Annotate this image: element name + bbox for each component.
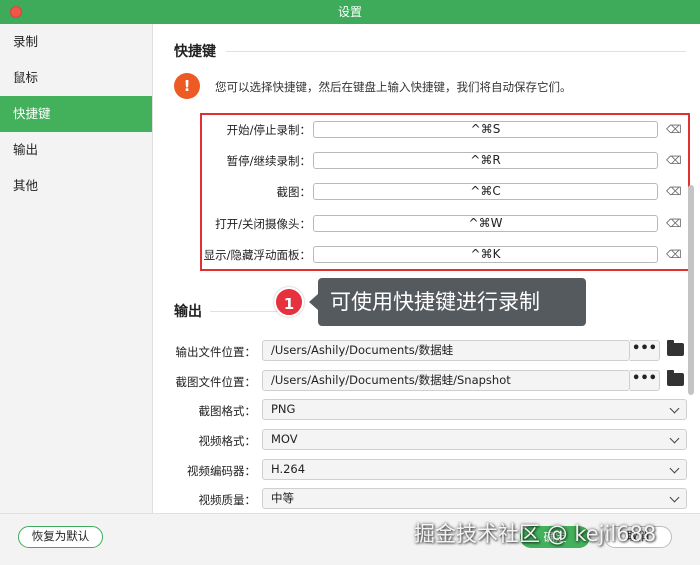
shortcut-row-pause-resume: 暂停/继续录制： ^⌘R ⌫ xyxy=(202,152,688,170)
chevron-down-icon xyxy=(669,492,680,503)
select-value: PNG xyxy=(271,402,296,416)
shortcut-label: 截图： xyxy=(276,185,312,199)
browse-output-button[interactable]: ••• xyxy=(630,340,660,361)
shortcut-row-floating-panel: 显示/隐藏浮动面板： ^⌘K ⌫ xyxy=(202,246,688,264)
folder-icon[interactable] xyxy=(667,340,684,356)
screenshot-format-select[interactable]: PNG xyxy=(262,399,687,420)
sidebar-item-other[interactable]: 其他 xyxy=(0,168,152,204)
shortcut-label: 打开/关闭摄像头： xyxy=(215,217,311,231)
sidebar-item-recording[interactable]: 录制 xyxy=(0,24,152,60)
shortcuts-info-text: 您可以选择快捷键，然后在键盘上输入快捷键，我们将自动保存它们。 xyxy=(215,80,572,94)
video-quality-label: 视频质量： xyxy=(198,493,257,507)
sidebar: 录制 鼠标 快捷键 输出 其他 xyxy=(0,24,153,513)
sidebar-item-output[interactable]: 输出 xyxy=(0,132,152,168)
shortcut-input-floating-panel[interactable]: ^⌘K xyxy=(313,246,658,263)
warning-icon: ! xyxy=(174,73,200,99)
shortcut-label: 暂停/继续录制： xyxy=(226,154,311,168)
sidebar-item-shortcuts[interactable]: 快捷键 xyxy=(0,96,152,132)
shortcut-row-start-stop: 开始/停止录制： ^⌘S ⌫ xyxy=(202,121,688,139)
shortcut-row-screenshot: 截图： ^⌘C ⌫ xyxy=(202,183,688,201)
output-location-label: 输出文件位置： xyxy=(175,345,257,359)
video-format-select[interactable]: MOV xyxy=(262,429,687,450)
video-encoder-row: 视频编码器： H.264 xyxy=(154,459,700,481)
close-window-button[interactable] xyxy=(10,6,22,18)
clear-shortcut-icon[interactable]: ⌫ xyxy=(666,154,682,167)
video-format-row: 视频格式： MOV xyxy=(154,429,700,451)
chevron-down-icon xyxy=(669,463,680,474)
clear-shortcut-icon[interactable]: ⌫ xyxy=(666,185,682,198)
annotation-badge: 1 xyxy=(274,287,304,317)
clear-shortcut-icon[interactable]: ⌫ xyxy=(666,123,682,136)
chevron-down-icon xyxy=(669,433,680,444)
screenshot-format-row: 截图格式： PNG xyxy=(154,399,700,421)
output-location-row: 输出文件位置： /Users/Ashily/Documents/数据蛙 ••• xyxy=(154,340,700,362)
section-divider xyxy=(210,311,286,312)
window-title: 设置 xyxy=(337,5,362,19)
clear-shortcut-icon[interactable]: ⌫ xyxy=(666,248,682,261)
output-section-title: 输出 xyxy=(174,304,202,320)
select-value: MOV xyxy=(271,432,298,446)
select-value: H.264 xyxy=(271,462,306,476)
scrollbar[interactable] xyxy=(688,185,694,395)
video-quality-row: 视频质量： 中等 xyxy=(154,488,700,510)
browse-screenshot-button[interactable]: ••• xyxy=(630,370,660,391)
video-encoder-select[interactable]: H.264 xyxy=(262,459,687,480)
shortcut-input-start-stop[interactable]: ^⌘S xyxy=(313,121,658,138)
chevron-down-icon xyxy=(669,403,680,414)
sidebar-item-mouse[interactable]: 鼠标 xyxy=(0,60,152,96)
screenshot-location-field[interactable]: /Users/Ashily/Documents/数据蛙/Snapshot xyxy=(262,370,630,391)
shortcut-input-pause-resume[interactable]: ^⌘R xyxy=(313,152,658,169)
shortcuts-section-title: 快捷键 xyxy=(174,44,216,60)
shortcut-label: 开始/停止录制： xyxy=(226,123,311,137)
folder-icon[interactable] xyxy=(667,370,684,386)
section-divider xyxy=(226,51,686,52)
screenshot-format-label: 截图格式： xyxy=(198,404,257,418)
shortcut-input-screenshot[interactable]: ^⌘C xyxy=(313,183,658,200)
output-location-field[interactable]: /Users/Ashily/Documents/数据蛙 xyxy=(262,340,630,361)
shortcut-row-webcam: 打开/关闭摄像头： ^⌘W ⌫ xyxy=(202,215,688,233)
screenshot-location-label: 截图文件位置： xyxy=(175,375,257,389)
watermark: 掘金技术社区 @ kejil688 xyxy=(414,522,657,546)
select-value: 中等 xyxy=(271,491,294,505)
shortcut-label: 显示/隐藏浮动面板： xyxy=(203,248,311,262)
shortcuts-highlight-box: 开始/停止录制： ^⌘S ⌫ 暂停/继续录制： ^⌘R ⌫ 截图： ^⌘C ⌫ … xyxy=(200,113,690,271)
shortcut-input-webcam[interactable]: ^⌘W xyxy=(313,215,658,232)
annotation-callout: 可使用快捷键进行录制 xyxy=(309,278,586,326)
video-format-label: 视频格式： xyxy=(198,434,257,448)
video-encoder-label: 视频编码器： xyxy=(187,464,256,478)
screenshot-location-row: 截图文件位置： /Users/Ashily/Documents/数据蛙/Snap… xyxy=(154,370,700,392)
reset-defaults-button[interactable]: 恢复为默认 xyxy=(18,526,103,548)
title-bar: 设置 xyxy=(0,0,700,24)
clear-shortcut-icon[interactable]: ⌫ xyxy=(666,217,682,230)
video-quality-select[interactable]: 中等 xyxy=(262,488,687,509)
settings-content: 快捷键 ! 您可以选择快捷键，然后在键盘上输入快捷键，我们将自动保存它们。 开始… xyxy=(154,24,700,513)
